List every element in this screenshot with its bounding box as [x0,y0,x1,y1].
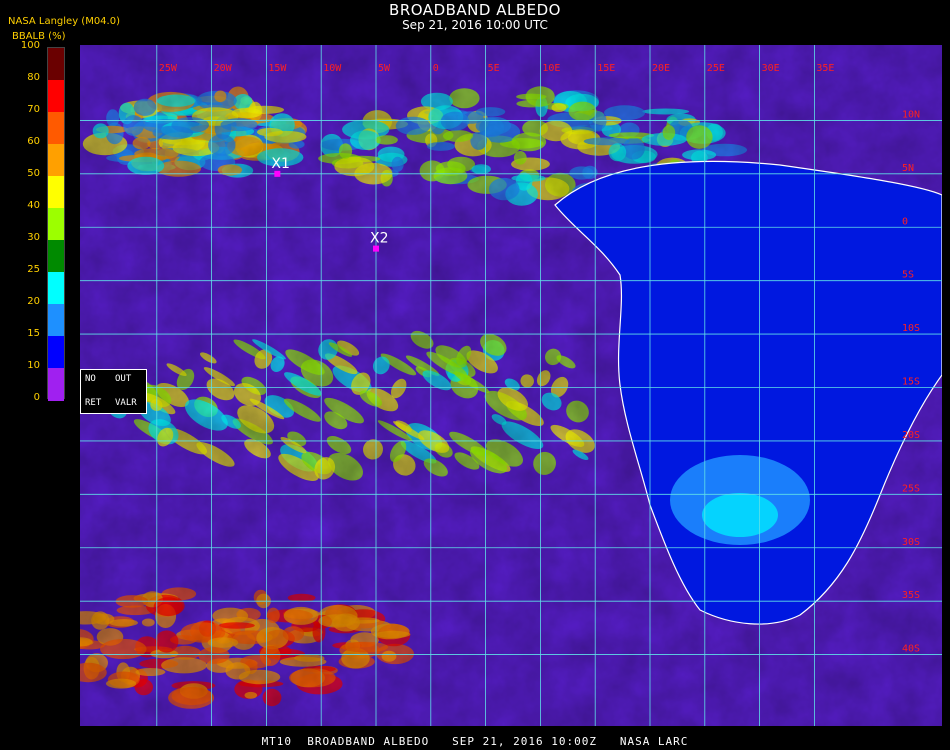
image-datetime: Sep 21, 2016 10:00 UTC [402,18,548,32]
meridian-label: 20E [652,63,670,74]
colorbar-band [48,336,64,369]
parallel-label: 25S [902,483,920,494]
meridian-label: 25E [707,63,725,74]
parallel-label: 35S [902,590,920,601]
meridian-label: 35E [816,63,834,74]
albedo-map: 25W 20W 15W 10W 5W 0 5E 10E 15E 20E 25E 30E 35E 10N 5N… [80,45,942,726]
kalahari-bright-region [702,493,778,537]
meridian-label: 5W [378,63,391,74]
parallel-label: 30S [902,537,920,548]
parallel-label: 0 [902,216,908,227]
colorbar-tick: 70 [27,104,40,115]
colorbar-band [48,176,64,209]
parallel-label: 10S [902,323,920,334]
provider-label: NASA Langley (M04.0) [8,16,120,27]
colorbar-tick: 80 [27,72,40,83]
colorbar-tick: 60 [27,136,40,147]
parallel-label: 5S [902,270,914,281]
colorbar-tick: 10 [27,360,40,371]
meridian-label: 20W [214,63,233,74]
legend-box: NO OUT RET VALR [80,369,147,414]
colorbar-tick: 50 [27,168,40,179]
colorbar-band [48,272,64,305]
colorbar [47,47,65,401]
meridian-label: 15W [268,63,287,74]
legend-out: OUT [115,374,132,384]
meridian-label: 0 [433,63,439,74]
colorbar-tick: 25 [27,264,40,275]
meridian-label: 15E [597,63,615,74]
legend-valr: VALR [115,398,137,408]
colorbar-band [48,208,64,241]
colorbar-band [48,48,64,81]
parallel-label: 20S [902,430,920,441]
meridian-label: 10W [323,63,342,74]
colorbar-band [48,368,64,401]
colorbar-band [48,240,64,273]
colorbar-tick: 15 [27,328,40,339]
marker-label: X2 [370,231,389,247]
footer-caption: MT10 BROADBAND ALBEDO SEP 21, 2016 10:00… [261,735,689,748]
colorbar-tick: 40 [27,200,40,211]
meridian-label: 5E [488,63,500,74]
marker-label: X1 [271,156,290,172]
parallel-label: 15S [902,377,920,388]
meridian-label: 30E [762,63,780,74]
colorbar-tick: 0 [33,392,40,403]
meridian-label: 25W [159,63,178,74]
colorbar-tick: 100 [20,40,40,51]
colorbar-tick: 20 [27,296,40,307]
colorbar-band [48,144,64,177]
parallel-label: 40S [902,644,920,655]
colorbar-tick: 30 [27,232,40,243]
legend-no: NO [85,374,96,384]
legend-ret: RET [85,398,102,408]
colorbar-band [48,80,64,113]
colorbar-band [48,304,64,337]
image-title: BROADBAND ALBEDO [389,1,561,19]
parallel-label: 10N [902,109,920,120]
colorbar-band [48,112,64,145]
meridian-label: 10E [542,63,560,74]
parallel-label: 5N [902,163,914,174]
